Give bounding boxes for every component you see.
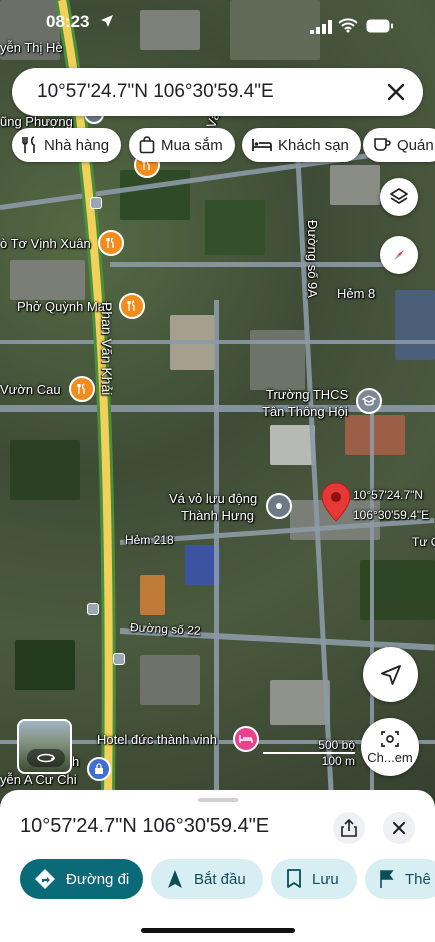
- sheet-drag-handle[interactable]: [198, 798, 238, 802]
- directions-label: Đường đi: [66, 870, 130, 888]
- hotel-poi-icon[interactable]: [233, 726, 259, 752]
- close-icon: [393, 822, 405, 834]
- category-chips: Nhà hàng Mua sắm Khách sạn Quán: [12, 128, 435, 162]
- poi-label: Hotel đức thành vinh: [97, 732, 217, 747]
- cup-icon: [374, 138, 391, 151]
- bed-icon: [252, 139, 272, 151]
- layers-icon: [390, 188, 408, 204]
- navigation-arrow-icon: [380, 664, 401, 685]
- camera-search-icon: [381, 730, 399, 747]
- chip-hotels[interactable]: Khách sạn: [242, 128, 361, 162]
- compass-button[interactable]: [380, 236, 418, 274]
- label-button[interactable]: Thê: [365, 859, 435, 899]
- start-label: Bắt đầu: [194, 870, 246, 888]
- place-bottom-sheet[interactable]: 10°57'24.7"N 106°30'59.4"E Đường đi Bắt …: [0, 790, 435, 942]
- map-label: Hẻm 218: [125, 533, 174, 547]
- map-label: Tư C: [412, 535, 435, 549]
- shopping-bag-icon: [139, 136, 155, 154]
- screenshot-search-button[interactable]: Ch...em: [361, 718, 419, 776]
- map-label: ò Tơ Vịnh Xuân: [0, 236, 91, 251]
- poi-label: Vá vỏ lưu động: [169, 491, 258, 506]
- scale-label-meters: 100 m: [321, 754, 355, 768]
- my-location-button[interactable]: [363, 647, 418, 702]
- status-bar: 08:23: [0, 0, 435, 46]
- school-poi-icon[interactable]: [356, 388, 382, 414]
- map-label: ũng Phượng: [0, 114, 73, 129]
- save-label: Lưu: [312, 870, 339, 888]
- place-title: 10°57'24.7"N 106°30'59.4"E: [20, 815, 270, 837]
- map-label: Vườn Cau: [0, 382, 61, 397]
- road-label-phan-van-khai: Phan Văn Khải: [99, 302, 115, 396]
- navigation-arrow-icon: [168, 870, 182, 888]
- directions-button[interactable]: Đường đi: [20, 859, 143, 899]
- directions-icon: [35, 869, 55, 889]
- close-sheet-button[interactable]: [383, 812, 415, 844]
- dropped-pin-icon[interactable]: [321, 482, 351, 522]
- clear-search-icon[interactable]: [383, 79, 409, 105]
- bus-stop-icon[interactable]: [87, 603, 99, 615]
- label-label: Thê: [405, 870, 431, 888]
- share-icon: [341, 819, 357, 837]
- search-query[interactable]: 10°57'24.7"N 106°30'59.4"E: [37, 81, 274, 103]
- map-label: Hẻm 8: [337, 286, 376, 301]
- screenshot-button-label: Ch...em: [367, 749, 413, 765]
- pin-coord-label: 106°30'59.4"E: [353, 508, 430, 522]
- location-arrow-icon: [101, 15, 113, 27]
- fork-knife-icon: [22, 136, 35, 153]
- restaurant-poi-icon[interactable]: [69, 376, 95, 402]
- bus-stop-icon[interactable]: [113, 653, 125, 665]
- map-label: h: [72, 754, 80, 769]
- share-button[interactable]: [333, 812, 365, 844]
- service-poi-icon[interactable]: [266, 493, 292, 519]
- chip-label: Quán: [397, 136, 434, 154]
- save-button[interactable]: Lưu: [271, 859, 357, 899]
- poi-label: Thành Hưng: [181, 508, 255, 523]
- chip-shopping[interactable]: Mua sắm: [129, 128, 235, 162]
- map-label: yễn A Cư Chi: [0, 772, 77, 787]
- street-view-thumbnail[interactable]: [17, 719, 72, 774]
- battery-icon: [366, 19, 393, 33]
- scale-label-feet: 500 bộ: [318, 738, 355, 752]
- status-time: 08:23: [46, 12, 90, 31]
- school-label: Trường THCS: [266, 387, 349, 402]
- chip-cafes[interactable]: Quán: [363, 128, 435, 162]
- compass-icon: [394, 250, 404, 260]
- flag-icon: [380, 870, 394, 888]
- street-view-rotate-icon: [27, 749, 65, 767]
- chip-label: Mua sắm: [161, 136, 223, 154]
- bookmark-icon: [287, 869, 301, 888]
- home-indicator[interactable]: [141, 928, 295, 933]
- wifi-icon: [338, 18, 358, 33]
- lock-poi-icon[interactable]: [87, 757, 111, 781]
- bus-stop-icon[interactable]: [90, 197, 102, 209]
- map-label: Phở Quỳnh Mai: [17, 299, 108, 314]
- cellular-signal-icon: [310, 20, 332, 34]
- pin-coord-label: 10°57'24.7"N: [353, 488, 424, 502]
- start-button[interactable]: Bắt đầu: [151, 859, 263, 899]
- chip-restaurants[interactable]: Nhà hàng: [12, 128, 122, 162]
- map-scale: 500 bộ 100 m: [263, 738, 355, 768]
- restaurant-poi-icon[interactable]: [119, 293, 145, 319]
- school-label: Tân Thông Hội: [262, 404, 348, 419]
- layers-button[interactable]: [380, 178, 418, 216]
- map-label: Đường số 9A: [305, 220, 320, 298]
- chip-label: Nhà hàng: [44, 136, 110, 154]
- search-bar[interactable]: 10°57'24.7"N 106°30'59.4"E: [12, 68, 423, 116]
- chip-label: Khách sạn: [278, 136, 349, 154]
- restaurant-poi-icon[interactable]: [98, 230, 124, 256]
